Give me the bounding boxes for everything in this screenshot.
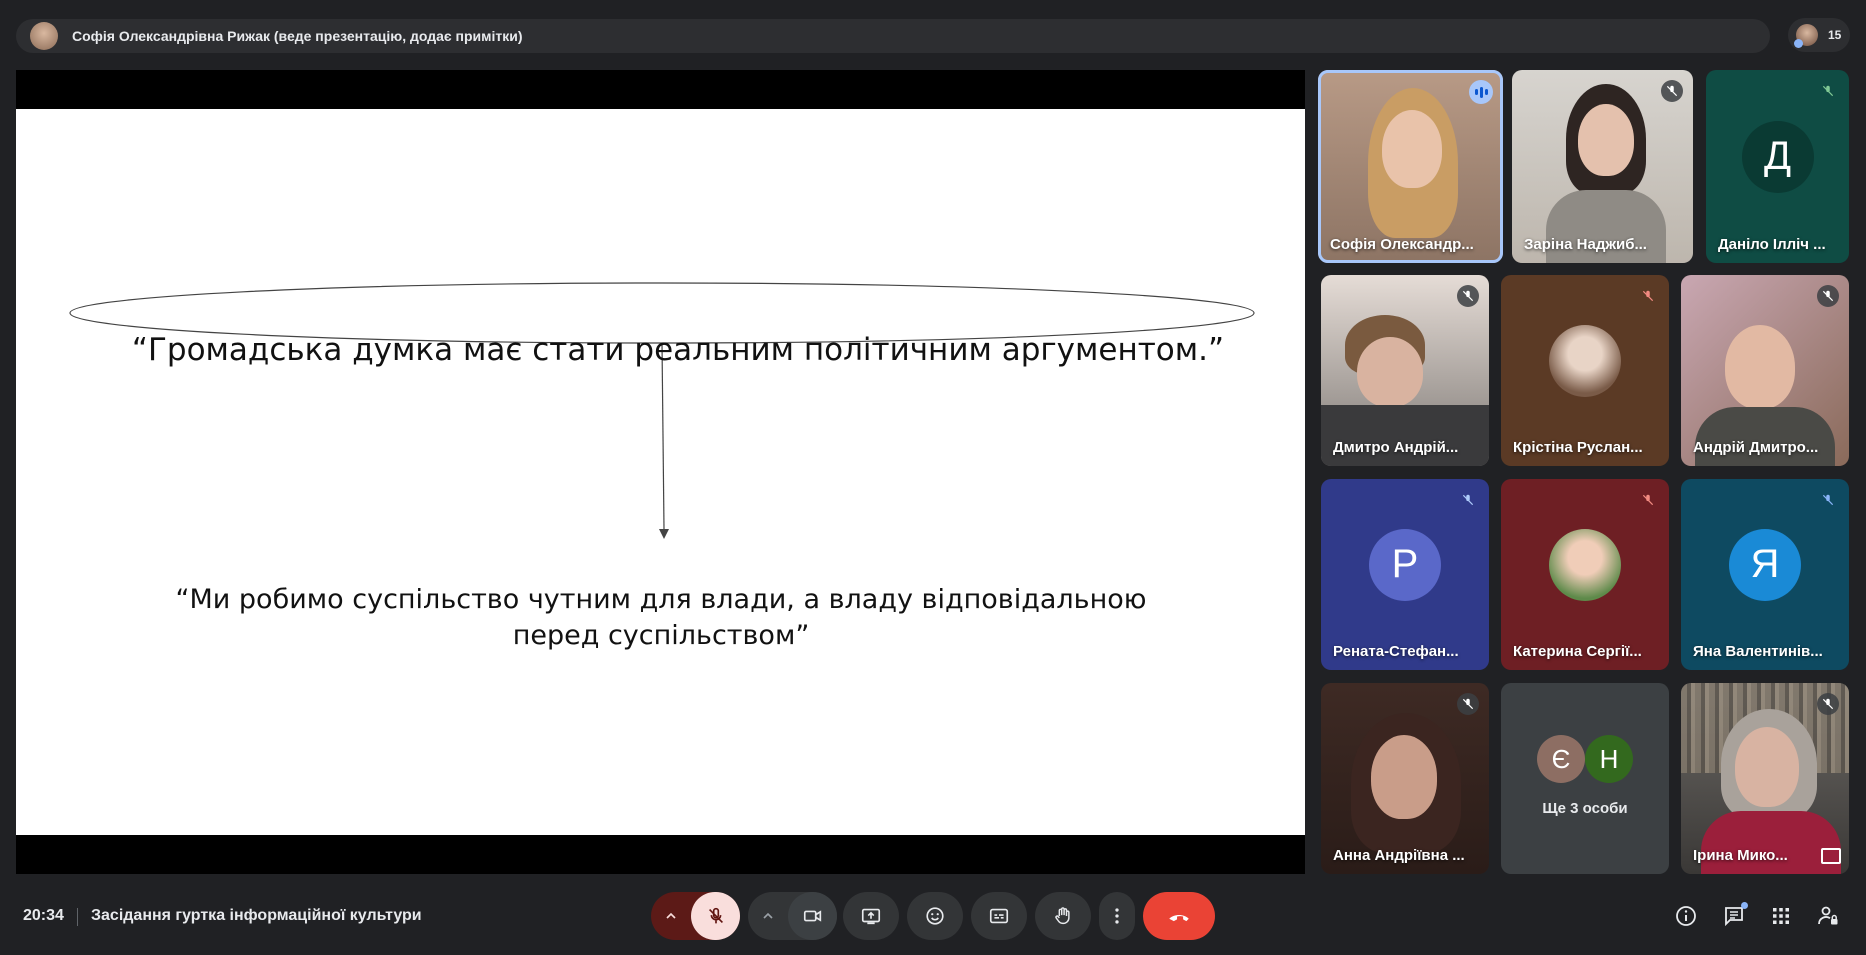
participant-count: 15 xyxy=(1828,28,1842,42)
participant-avatar: Д xyxy=(1741,120,1814,193)
hand-icon xyxy=(1055,907,1070,925)
participant-avatar xyxy=(1794,24,1818,48)
mic-off-icon xyxy=(1817,285,1839,307)
mic-off-icon xyxy=(1457,693,1479,715)
participant-tile[interactable]: Катерина Сергії... xyxy=(1501,479,1669,670)
captions-icon xyxy=(989,908,1009,924)
slide-quote-top: “Громадська думка має стати реальним пол… xyxy=(131,332,1225,368)
arrow-head xyxy=(659,529,669,539)
mic-off-icon xyxy=(1817,693,1839,715)
participant-tile[interactable]: Анна Андріївна ... xyxy=(1321,683,1489,874)
camera-options-button[interactable] xyxy=(748,892,788,940)
apps-grid-icon xyxy=(1773,908,1789,924)
participant-tile[interactable]: Д Даніло Ілліч ... xyxy=(1706,70,1849,263)
participant-avatar xyxy=(1549,528,1621,601)
captions-button[interactable] xyxy=(971,892,1027,940)
raise-hand-button[interactable] xyxy=(1035,892,1091,940)
presenter-banner[interactable]: Софія Олександрівна Рижак (веде презента… xyxy=(16,19,1770,53)
arrow-line xyxy=(661,342,665,530)
participant-name: Дмитро Андрій... xyxy=(1333,439,1459,456)
shared-slide: “Громадська думка має стати реальним пол… xyxy=(16,109,1305,835)
participant-name: Анна Андріївна ... xyxy=(1333,847,1465,864)
slide-quote-line-2: перед суспільством” xyxy=(512,620,810,651)
leave-call-button[interactable] xyxy=(1143,892,1215,940)
mic-off-icon xyxy=(1457,489,1479,511)
chevron-up-icon xyxy=(763,912,773,919)
mic-off-icon xyxy=(1457,285,1479,307)
participant-tile[interactable]: Ірина Мико... xyxy=(1681,683,1849,874)
participant-name: Ірина Мико... xyxy=(1693,847,1788,864)
participant-avatar: Н xyxy=(1585,735,1633,783)
slide-quote-bottom: “Ми робимо суспільство чутним для влади,… xyxy=(96,582,1226,654)
participant-tile[interactable]: Софія Олександр... xyxy=(1318,70,1503,263)
divider xyxy=(77,908,78,926)
camera-toggle-button[interactable] xyxy=(788,892,837,940)
participant-name: Даніло Ілліч ... xyxy=(1718,236,1826,253)
info-icon xyxy=(1676,906,1696,926)
mic-off-icon xyxy=(1661,80,1683,102)
camera-icon xyxy=(803,910,821,922)
participant-tile[interactable]: Андрій Дмитро... xyxy=(1681,275,1849,466)
reactions-button[interactable] xyxy=(907,892,963,940)
presenter-avatar xyxy=(30,22,58,50)
mic-toggle-button[interactable] xyxy=(691,892,740,940)
mic-control-group xyxy=(651,892,740,940)
participant-name: Яна Валентинів... xyxy=(1693,643,1823,660)
participant-tile[interactable]: Заріна Наджиб... xyxy=(1512,70,1693,263)
meeting-time: 20:34 xyxy=(23,907,64,924)
mic-off-icon xyxy=(708,907,723,924)
speaking-indicator-icon xyxy=(1469,80,1493,104)
slide-diagram xyxy=(69,282,1255,539)
participant-tile[interactable]: Я Яна Валентинів... xyxy=(1681,479,1849,670)
mic-off-icon xyxy=(1637,489,1659,511)
participant-tile[interactable]: Крістіна Руслан... xyxy=(1501,275,1669,466)
participant-name: Софія Олександр... xyxy=(1330,236,1474,253)
meeting-title: Засідання гуртка інформаційної культури xyxy=(91,907,422,924)
participant-name: Катерина Сергії... xyxy=(1513,643,1642,660)
mic-off-icon xyxy=(1637,285,1659,307)
chat-button[interactable] xyxy=(1718,900,1750,932)
more-participants-tile[interactable]: Є Н Ще 3 особи xyxy=(1501,683,1669,874)
mic-off-icon xyxy=(1817,80,1839,102)
presenter-label: Софія Олександрівна Рижак (веде презента… xyxy=(72,28,523,44)
present-screen-icon xyxy=(861,908,881,925)
participant-name: Заріна Наджиб... xyxy=(1524,236,1647,253)
emoji-icon xyxy=(926,907,944,925)
slide-quote-line-1: “Ми робимо суспільство чутним для влади,… xyxy=(175,584,1147,615)
hang-up-icon xyxy=(1169,915,1189,922)
more-options-button[interactable] xyxy=(1099,892,1135,940)
present-screen-button[interactable] xyxy=(843,892,899,940)
more-participants-label: Ще 3 особи xyxy=(1542,800,1628,817)
participant-tile[interactable]: Дмитро Андрій... xyxy=(1321,275,1489,466)
mic-off-icon xyxy=(1817,489,1839,511)
bottom-toolbar: 20:34 Засідання гуртка інформаційної кул… xyxy=(0,885,1866,955)
participant-avatar xyxy=(1549,324,1621,397)
presentation-stage: “Громадська думка має стати реальним пол… xyxy=(16,70,1305,874)
pip-icon[interactable] xyxy=(1821,848,1841,864)
participant-name: Рената-Стефан... xyxy=(1333,643,1459,660)
mic-options-button[interactable] xyxy=(651,892,691,940)
notification-dot xyxy=(1741,902,1748,909)
participants-count-button[interactable]: 15 xyxy=(1788,18,1850,52)
host-controls-button[interactable] xyxy=(1812,900,1844,932)
lock-person-icon xyxy=(1818,906,1838,925)
meeting-details-button[interactable] xyxy=(1670,900,1702,932)
participant-avatar: Р xyxy=(1369,528,1441,601)
participant-name: Крістіна Руслан... xyxy=(1513,439,1643,456)
camera-control-group xyxy=(748,892,837,940)
activities-button[interactable] xyxy=(1765,900,1797,932)
participant-tile[interactable]: Р Рената-Стефан... xyxy=(1321,479,1489,670)
participant-avatar: Я xyxy=(1729,528,1801,601)
participant-name: Андрій Дмитро... xyxy=(1693,439,1819,456)
participant-avatar: Є xyxy=(1537,735,1585,783)
chevron-up-icon xyxy=(666,912,676,919)
more-vert-icon xyxy=(1115,908,1119,924)
